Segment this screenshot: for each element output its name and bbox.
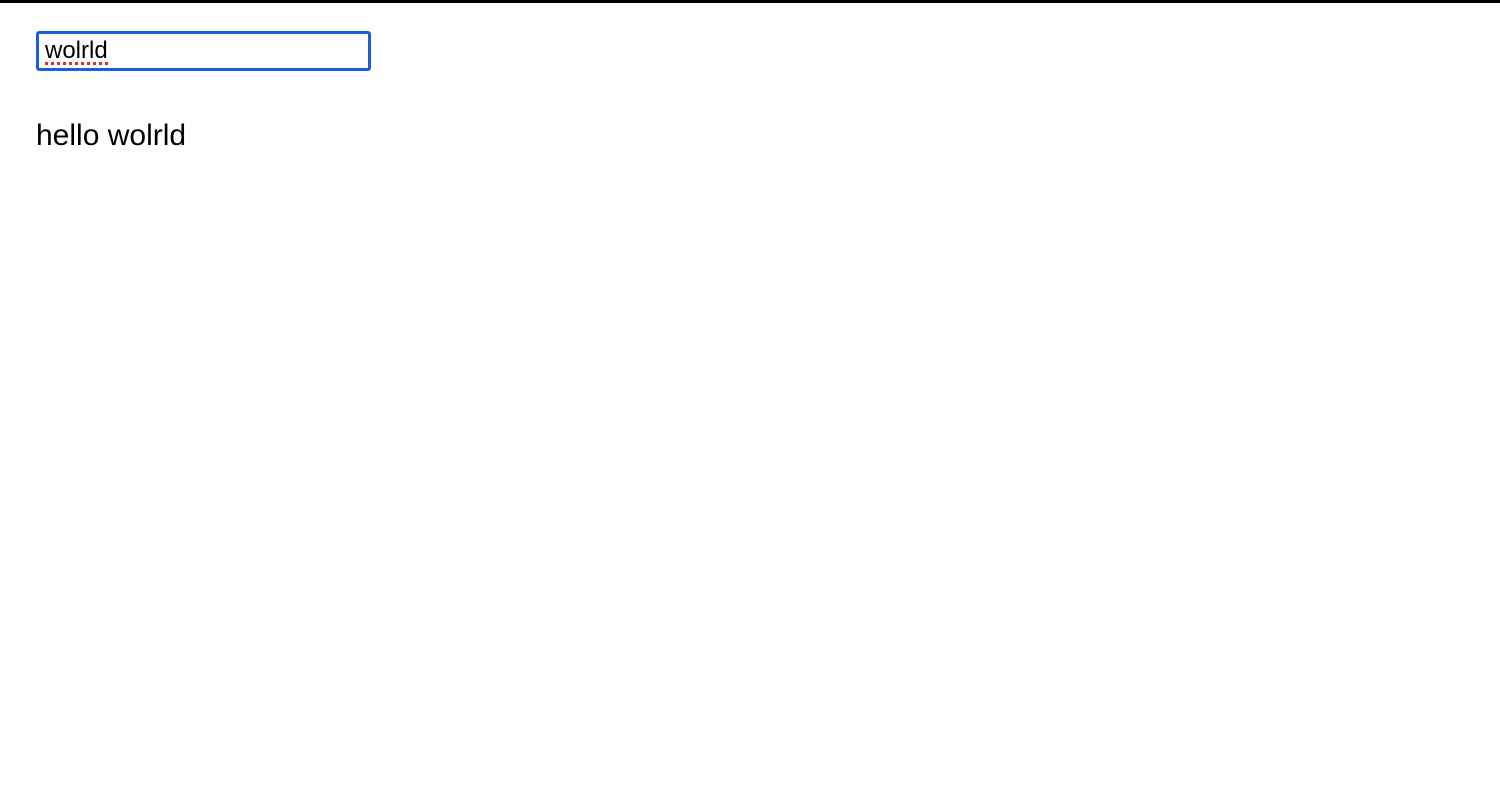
text-input[interactable]	[36, 31, 371, 71]
output-text: hello wolrld	[36, 119, 1464, 153]
text-input-wrapper	[36, 31, 371, 71]
content-area: hello wolrld	[0, 3, 1500, 181]
